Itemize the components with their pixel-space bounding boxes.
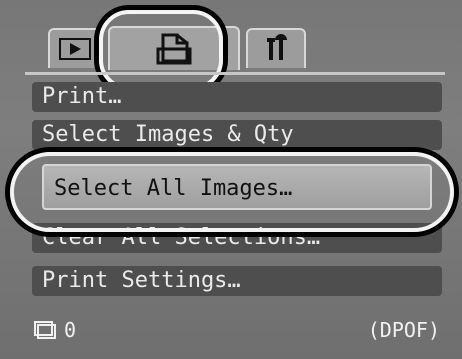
print-count-status: 0 xyxy=(34,315,76,345)
tab-highlight-outline xyxy=(99,10,223,90)
tab-playback[interactable] xyxy=(48,28,102,68)
menu-item-print[interactable]: Print… xyxy=(32,82,442,112)
menu-item-print-settings[interactable]: Print Settings… xyxy=(32,266,442,296)
play-icon xyxy=(59,38,91,60)
camera-menu-screen: Print… Select Images & Qty Select All Im… xyxy=(0,0,462,359)
wrench-hammer-icon xyxy=(267,34,287,60)
selected-item-highlight-outline xyxy=(10,152,454,232)
paper-icon xyxy=(34,321,56,339)
dpof-label: (DPOF) xyxy=(367,318,440,342)
status-bar: 0 (DPOF) xyxy=(34,315,440,345)
tab-divider-line xyxy=(25,72,445,75)
menu-item-select-images-qty[interactable]: Select Images & Qty xyxy=(32,120,442,150)
print-count: 0 xyxy=(64,318,77,342)
tab-setup[interactable] xyxy=(246,28,306,68)
